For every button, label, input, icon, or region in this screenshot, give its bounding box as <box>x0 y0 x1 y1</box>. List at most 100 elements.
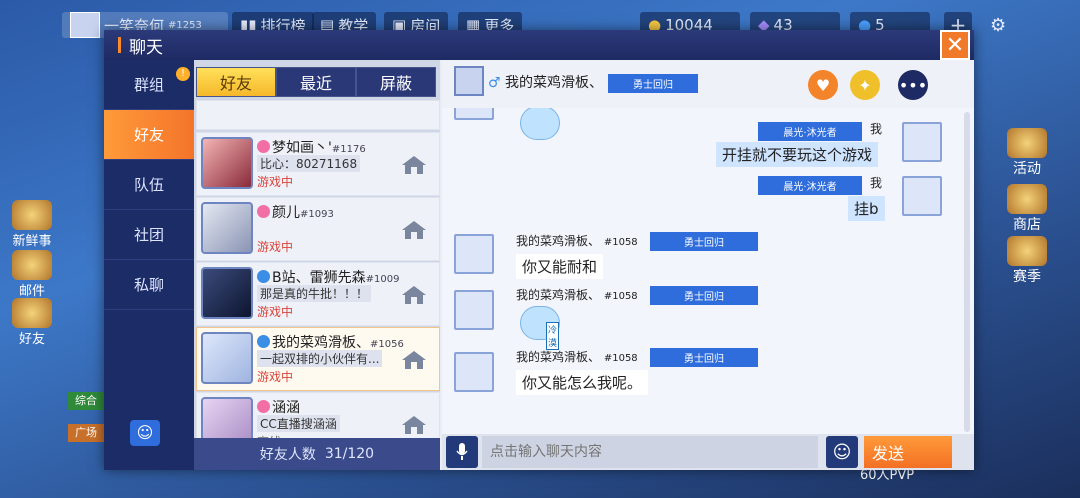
friend-id: #1093 <box>300 209 334 220</box>
sender-badge: 勇士回归 <box>650 232 758 251</box>
mic-icon <box>456 443 468 460</box>
friend-count-label: 好友人数 <box>259 447 316 463</box>
sender-id: #1058 <box>603 237 638 248</box>
category-private[interactable]: 私聊 <box>104 260 194 310</box>
female-icon <box>257 140 270 153</box>
category-team[interactable]: 队伍 <box>104 160 194 210</box>
friend-count: 好友人数 31/120 <box>194 438 440 470</box>
friend-id: #1009 <box>365 274 400 285</box>
mic-button[interactable] <box>446 436 478 468</box>
scrollbar[interactable] <box>964 112 970 432</box>
friend-row-selected[interactable]: 我的菜鸡滑板、#1056 一起双排的小伙伴有... 游戏中 <box>196 327 440 391</box>
friends-icon <box>12 298 52 328</box>
chat-categories: 群组! 好友 队伍 社团 私聊 ☺ <box>104 60 194 470</box>
message-list: 晨光·沐光者 我 开挂就不要玩这个游戏 晨光·沐光者 我 挂b 我的菜鸡滑板、 … <box>442 108 952 436</box>
player-id: #1253 <box>168 19 202 31</box>
dialog-title: 聊天 <box>129 37 163 58</box>
friend-row[interactable]: 颜儿#1093 游戏中 <box>196 197 440 261</box>
friend-name: B站、雷狮先森 <box>272 270 366 286</box>
season-icon <box>1007 236 1047 266</box>
category-group[interactable]: 群组! <box>104 60 194 110</box>
friend-row[interactable]: B站、雷狮先森#1009 那是真的牛批！！！ 游戏中 <box>196 262 440 326</box>
sender-id: #1058 <box>603 353 638 364</box>
friend-signature: 那是真的牛批！！！ <box>257 285 372 302</box>
friend-signature: 一起双排的小伙伴有... <box>257 350 383 367</box>
send-button[interactable]: 发送 <box>864 436 952 468</box>
home-icon[interactable] <box>401 155 427 175</box>
sender-badge: 晨光·沐光者 <box>758 122 862 141</box>
chat-input[interactable] <box>482 436 818 468</box>
category-friends[interactable]: 好友 <box>104 110 194 160</box>
channel-tag-general[interactable]: 综合 <box>68 392 104 410</box>
avatar <box>454 234 494 274</box>
channel-tag-plaza[interactable]: 广场 <box>68 424 104 442</box>
avatar <box>454 352 494 392</box>
friend-status: 游戏中 <box>257 305 294 319</box>
side-activity[interactable]: 活动 <box>994 128 1060 178</box>
target-avatar <box>454 66 484 96</box>
target-badge: 勇士回归 <box>608 74 698 93</box>
me-label: 我 <box>870 176 883 190</box>
avatar <box>902 122 942 162</box>
side-friends[interactable]: 好友 <box>0 298 64 347</box>
chat-header: ♂ 我的菜鸡滑板、 勇士回归 ♥ ✦ ••• <box>442 60 974 108</box>
friend-list: 梦如画丶'#1176 比心：80271168 游戏中 颜儿#1093 游戏中 B… <box>196 132 440 458</box>
side-shop[interactable]: 商店 <box>994 184 1060 234</box>
friend-tabs: 好友 最近 屏蔽 <box>196 67 436 97</box>
heart-icon[interactable]: ♥ <box>808 70 838 100</box>
chat-panel: ♂ 我的菜鸡滑板、 勇士回归 ♥ ✦ ••• 晨光·沐光者 我 开挂就不要玩这个… <box>442 60 974 470</box>
friend-name: 梦如画丶' <box>272 140 332 156</box>
sender-name: 我的菜鸡滑板、 <box>516 350 601 364</box>
female-icon <box>257 205 270 218</box>
news-icon <box>12 200 52 230</box>
avatar <box>454 108 494 120</box>
sticker-icon <box>520 108 560 140</box>
category-club[interactable]: 社团 <box>104 210 194 260</box>
list-item-partial <box>196 100 440 130</box>
alert-badge: ! <box>176 66 190 81</box>
side-mail[interactable]: 邮件 <box>0 250 64 299</box>
chat-bubble-icon[interactable]: ☺ <box>130 420 160 446</box>
target-name: 我的菜鸡滑板、 <box>505 75 604 91</box>
male-icon: ♂ <box>488 75 501 91</box>
side-season[interactable]: 赛季 <box>994 236 1060 286</box>
sender-name: 我的菜鸡滑板、 <box>516 288 601 302</box>
shop-icon <box>1007 184 1047 214</box>
tab-friends[interactable]: 好友 <box>196 67 276 97</box>
male-icon <box>257 270 270 283</box>
avatar <box>201 202 253 254</box>
gift-icon <box>1007 128 1047 158</box>
friend-id: #1056 <box>370 339 404 350</box>
message-text: 挂b <box>848 196 885 221</box>
friend-id: #1176 <box>331 144 366 155</box>
close-icon: ✕ <box>945 32 965 58</box>
emoji-button[interactable]: ☺ <box>826 436 858 468</box>
avatar <box>201 267 253 319</box>
gift-icon[interactable]: ✦ <box>850 70 880 100</box>
home-icon[interactable] <box>401 220 427 240</box>
friend-status: 游戏中 <box>257 175 294 189</box>
friend-signature: CC直播搜涵涵 <box>257 415 340 432</box>
close-button[interactable]: ✕ <box>940 30 970 60</box>
friend-panel: 好友 最近 屏蔽 梦如画丶'#1176 比心：80271168 游戏中 颜儿#1… <box>194 60 440 470</box>
avatar <box>454 290 494 330</box>
friend-signature: 比心：80271168 <box>257 155 361 172</box>
avatar <box>201 332 253 384</box>
tab-recent[interactable]: 最近 <box>276 67 356 97</box>
home-icon[interactable] <box>401 285 427 305</box>
more-icon[interactable]: ••• <box>898 70 928 100</box>
friend-name: 涵涵 <box>272 400 300 416</box>
friend-name: 颜儿 <box>272 205 300 221</box>
side-news[interactable]: 新鲜事 <box>0 200 64 249</box>
gear-icon[interactable]: ⚙ <box>984 12 1012 38</box>
friend-row[interactable]: 梦如画丶'#1176 比心：80271168 游戏中 <box>196 132 440 196</box>
female-icon <box>257 400 270 413</box>
avatar <box>902 176 942 216</box>
tab-blocked[interactable]: 屏蔽 <box>356 67 436 97</box>
message-text: 你又能怎么我呢。 <box>516 370 649 395</box>
home-icon[interactable] <box>401 350 427 370</box>
me-label: 我 <box>870 122 883 136</box>
friend-status: 游戏中 <box>257 370 294 384</box>
home-icon[interactable] <box>401 415 427 435</box>
friend-status: 游戏中 <box>257 240 294 254</box>
